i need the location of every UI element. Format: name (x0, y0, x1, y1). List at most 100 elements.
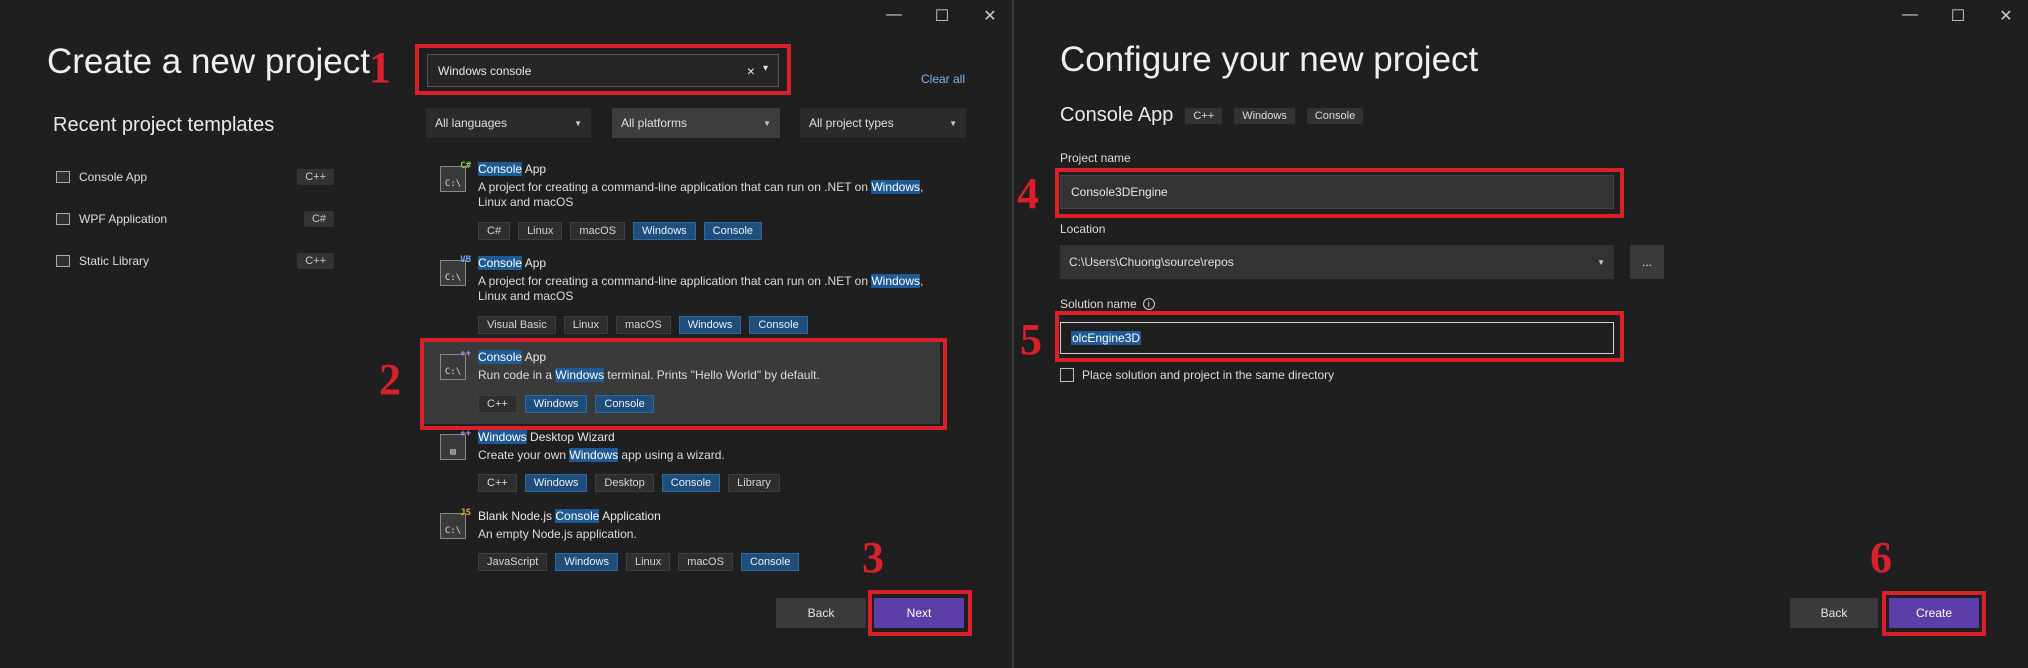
tag: Visual Basic (478, 316, 556, 334)
tag: C++ (478, 474, 517, 492)
project-type-filter-label: All project types (809, 116, 894, 130)
chevron-down-icon: ▼ (763, 118, 771, 128)
minimize-icon[interactable]: — (880, 6, 908, 24)
recent-item-label: WPF Application (79, 212, 168, 226)
tag: Library (728, 474, 780, 492)
step-number-1: 1 (369, 43, 391, 92)
template-description: An empty Node.js application. (478, 527, 637, 541)
recent-item-console-app[interactable]: Console App C++ (56, 164, 334, 190)
same-directory-option[interactable]: Place solution and project in the same d… (1060, 368, 1334, 382)
create-project-panel: — ☐ ✕ Create a new project Windows conso… (0, 0, 1012, 668)
annotation-box-1 (415, 44, 791, 95)
template-description: Create your own (478, 448, 570, 462)
template-title-highlight: Console (478, 162, 523, 176)
tag: Console (749, 316, 808, 334)
step-number-5: 5 (1020, 315, 1042, 364)
clear-all-link[interactable]: Clear all (921, 72, 965, 86)
chevron-down-icon: ▼ (574, 118, 582, 128)
back-button[interactable]: Back (776, 598, 866, 628)
language-filter-label: All languages (435, 116, 508, 130)
step-number-2: 2 (379, 355, 401, 404)
close-icon[interactable]: ✕ (976, 6, 1004, 26)
step-number-3: 3 (862, 533, 884, 582)
step-number-6: 6 (1870, 533, 1892, 582)
configure-project-panel: — ☐ ✕ Configure your new project Console… (1014, 0, 2028, 668)
tag: Windows (633, 222, 696, 240)
project-name-label: Project name (1060, 151, 1131, 165)
tag: Desktop (595, 474, 654, 492)
same-directory-label: Place solution and project in the same d… (1082, 368, 1335, 382)
language-badge: C++ (297, 253, 334, 269)
template-summary: Console App C++ Windows Console (1060, 104, 1364, 127)
template-name: Console App (1060, 104, 1174, 126)
tag: Linux (518, 222, 563, 240)
annotation-box-3 (868, 590, 972, 636)
template-title-prefix: Blank Node.js (478, 509, 556, 523)
chevron-down-icon: ▼ (1597, 257, 1605, 267)
template-description: A project for creating a command-line ap… (478, 274, 872, 288)
chevron-down-icon: ▼ (949, 118, 957, 128)
desktop-wizard-icon: ▤ ++ (440, 429, 471, 460)
location-value: C:\Users\Chuong\source\repos (1069, 255, 1234, 269)
template-title-highlight: Console (478, 256, 523, 270)
info-icon[interactable]: i (1142, 298, 1155, 310)
recent-item-wpf-application[interactable]: WPF Application C# (56, 206, 334, 232)
recent-item-static-library[interactable]: Static Library C++ (56, 248, 334, 274)
language-chip: C++ (1185, 107, 1223, 124)
language-filter[interactable]: All languages ▼ (426, 108, 591, 138)
template-title: App (522, 162, 547, 176)
platform-chip: Windows (1234, 107, 1295, 124)
same-directory-checkbox[interactable] (1060, 368, 1074, 382)
template-description-line2: Linux and macOS (478, 289, 574, 303)
tag: Linux (625, 553, 671, 571)
static-library-icon (56, 255, 70, 267)
template-title: App (522, 256, 547, 270)
template-windows-desktop-wizard[interactable]: ▤ ++ Windows Desktop Wizard Create your o… (436, 429, 942, 500)
template-console-app-vb[interactable]: C:\ VB Console App A project for creating… (436, 255, 942, 336)
console-app-icon (56, 171, 70, 183)
page-title: Configure your new project (1060, 40, 1479, 79)
console-vb-icon: C:\ VB (440, 255, 471, 286)
nodejs-console-icon: C:\ JS (440, 508, 471, 539)
step-number-4: 4 (1017, 169, 1039, 218)
template-description-tail: , (920, 274, 924, 288)
back-button[interactable]: Back (1790, 598, 1878, 628)
template-title: Desktop Wizard (526, 430, 615, 444)
location-dropdown[interactable]: C:\Users\Chuong\source\repos ▼ (1060, 245, 1614, 279)
minimize-icon[interactable]: — (1896, 6, 1924, 24)
template-title: Application (599, 509, 661, 523)
description-highlight: Windows (871, 274, 921, 288)
tag: JavaScript (478, 553, 548, 571)
annotation-box-6 (1882, 591, 1986, 636)
template-description-tail: , (920, 180, 924, 194)
recent-item-label: Console App (79, 170, 148, 184)
annotation-box-2 (420, 338, 947, 430)
tag: macOS (570, 222, 626, 240)
language-badge: C++ (297, 169, 334, 185)
recent-item-label: Static Library (79, 254, 150, 268)
tag: Console (661, 474, 721, 492)
type-chip: Console (1306, 107, 1364, 124)
description-highlight: Windows (569, 448, 619, 462)
recent-templates-heading: Recent project templates (53, 114, 275, 136)
platform-filter[interactable]: All platforms ▼ (612, 108, 780, 138)
close-icon[interactable]: ✕ (1992, 6, 2020, 26)
tag: macOS (678, 553, 733, 571)
console-csharp-icon: C:\ C# (440, 161, 471, 192)
template-title-highlight: Windows (478, 430, 527, 444)
browse-button[interactable]: ... (1630, 245, 1664, 279)
description-highlight: Windows (871, 180, 921, 194)
tag: Windows (524, 474, 588, 492)
tag: Windows (555, 553, 618, 571)
template-description-line2: Linux and macOS (478, 195, 574, 209)
maximize-icon[interactable]: ☐ (1944, 6, 1972, 26)
page-title: Create a new project (47, 42, 370, 81)
maximize-icon[interactable]: ☐ (928, 6, 956, 26)
annotation-box-5 (1055, 311, 1624, 362)
project-type-filter[interactable]: All project types ▼ (800, 108, 966, 138)
template-description: A project for creating a command-line ap… (478, 180, 872, 194)
template-console-app-csharp[interactable]: C:\ C# Console App A project for creating… (436, 161, 942, 242)
location-label: Location (1060, 222, 1106, 236)
language-badge: C# (303, 211, 334, 227)
tag: Linux (563, 316, 609, 334)
